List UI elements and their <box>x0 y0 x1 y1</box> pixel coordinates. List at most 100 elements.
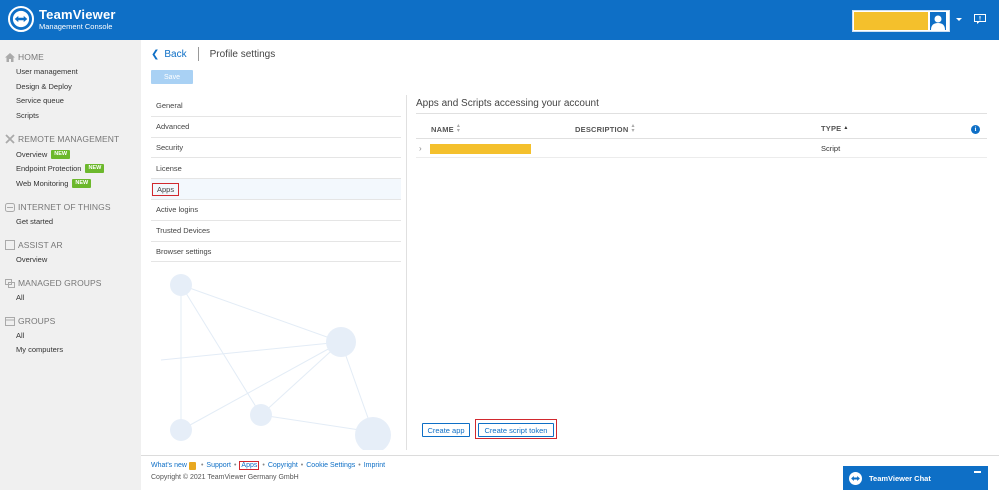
tab-active-logins[interactable]: Active logins <box>151 200 401 221</box>
footer-link-imprint[interactable]: Imprint <box>364 462 385 469</box>
sidebar-section-assist-ar[interactable]: ASSIST AR <box>5 240 63 250</box>
chat-widget[interactable]: TeamViewer Chat <box>843 466 988 490</box>
separator: • <box>200 462 204 469</box>
user-name-redacted <box>854 12 928 30</box>
top-bar: TeamViewer Management Console <box>0 0 999 40</box>
tab-label: Trusted Devices <box>156 226 210 236</box>
chevron-right-icon[interactable]: › <box>419 144 422 153</box>
column-header-label: DESCRIPTION <box>575 124 629 134</box>
chevron-left-icon: ❮ <box>151 48 160 60</box>
sort-ascending-icon: ▴ <box>844 125 848 131</box>
separator: • <box>358 462 361 469</box>
footer-link-support[interactable]: Support <box>206 462 231 469</box>
sidebar-section-internet-of-things[interactable]: INTERNET OF THINGS <box>5 202 111 212</box>
chevron-down-icon[interactable] <box>956 18 962 21</box>
sidebar-item-label: My computers <box>16 345 64 354</box>
brand-name: TeamViewer <box>39 7 116 22</box>
footer-link-copyright[interactable]: Copyright <box>268 462 298 469</box>
create-app-button[interactable]: Create app <box>422 423 470 437</box>
breadcrumb: ❮ Back Profile settings <box>151 47 275 61</box>
tab-advanced[interactable]: Advanced <box>151 117 401 138</box>
page-title: Profile settings <box>209 48 276 60</box>
brand: TeamViewer Management Console <box>39 8 116 31</box>
divider <box>416 157 987 158</box>
separator: • <box>262 462 265 469</box>
sidebar-item-label: All <box>16 331 25 340</box>
sidebar-section-label: ASSIST AR <box>18 240 63 250</box>
tab-apps[interactable]: Apps <box>151 179 401 200</box>
minimize-icon[interactable] <box>974 471 981 473</box>
sidebar-item-label: Endpoint Protection <box>16 164 82 173</box>
tab-label: Apps <box>152 182 180 196</box>
user-menu[interactable] <box>852 10 950 32</box>
sidebar-item-label: Get started <box>16 217 54 226</box>
sidebar-section-home[interactable]: HOME <box>5 52 44 62</box>
sidebar-item-ar-overview[interactable]: Overview <box>16 255 47 264</box>
column-header-label: TYPE <box>821 124 842 133</box>
brand-subtitle: Management Console <box>39 22 113 31</box>
column-header-description[interactable]: DESCRIPTION ▴ ▾ <box>575 123 635 134</box>
sidebar-item-my-computers[interactable]: My computers <box>16 345 63 354</box>
sidebar-item-label: Overview <box>16 150 48 159</box>
copyright: Copyright © 2021 TeamViewer Germany GmbH <box>151 474 299 481</box>
new-badge: NEW <box>51 150 71 159</box>
tab-general[interactable]: General <box>151 96 401 117</box>
info-icon[interactable]: i <box>971 125 980 134</box>
back-link[interactable]: ❮ Back <box>151 49 187 60</box>
home-icon <box>5 52 15 62</box>
sidebar-item-label: Design & Deploy <box>16 82 72 91</box>
sidebar-item-service-queue[interactable]: Service queue <box>16 96 64 105</box>
sidebar-section-label: GROUPS <box>18 316 56 326</box>
network-illustration <box>160 274 391 450</box>
gift-icon <box>188 461 196 470</box>
new-badge: NEW <box>72 179 92 188</box>
footer-link-whats-new[interactable]: What's new <box>151 462 187 469</box>
tab-license[interactable]: License <box>151 158 401 180</box>
sidebar-section-managed-groups[interactable]: MANAGED GROUPS <box>5 278 102 288</box>
sidebar-section-label: HOME <box>18 52 44 62</box>
teamviewer-logo-icon[interactable] <box>8 6 34 32</box>
sidebar-item-design-deploy[interactable]: Design & Deploy <box>16 82 72 91</box>
footer-links: What's new • Support • Apps • Copyright … <box>151 461 385 470</box>
sidebar-section-remote-management[interactable]: REMOTE MANAGEMENT <box>5 134 119 144</box>
feedback-icon[interactable] <box>974 14 986 24</box>
tab-label: Browser settings <box>156 246 212 256</box>
sidebar-section-label: REMOTE MANAGEMENT <box>18 134 120 144</box>
chat-label: TeamViewer Chat <box>869 473 931 483</box>
sidebar: HOME User management Design & Deploy Ser… <box>0 40 141 490</box>
wrench-icon <box>5 134 15 144</box>
tab-trusted-devices[interactable]: Trusted Devices <box>151 221 401 242</box>
sidebar-item-endpoint-protection[interactable]: Endpoint Protection NEW <box>16 164 105 173</box>
row-name-redacted <box>430 144 531 154</box>
column-header-name[interactable]: NAME ▴ ▾ <box>431 123 461 134</box>
new-badge: NEW <box>85 164 105 173</box>
sort-icon: ▴ ▾ <box>456 123 461 134</box>
tab-label: License <box>156 163 182 173</box>
save-button[interactable]: Save <box>151 70 193 84</box>
managed-groups-icon <box>5 278 15 288</box>
panel-divider <box>406 95 407 450</box>
row-type: Script <box>821 144 841 153</box>
avatar <box>930 12 946 30</box>
sidebar-item-groups-all[interactable]: All <box>16 331 24 340</box>
sidebar-item-label: Web Monitoring <box>16 179 69 188</box>
footer-link-cookie-settings[interactable]: Cookie Settings <box>306 462 355 469</box>
sidebar-item-overview[interactable]: Overview NEW <box>16 150 71 159</box>
sidebar-section-groups[interactable]: GROUPS <box>5 316 55 326</box>
column-header-label: NAME <box>431 124 454 134</box>
footer-link-apps[interactable]: Apps <box>239 461 260 470</box>
tab-label: Security <box>156 142 184 152</box>
ar-icon <box>5 240 15 250</box>
sidebar-item-user-management[interactable]: User management <box>16 67 78 76</box>
sidebar-section-label: INTERNET OF THINGS <box>18 202 111 212</box>
sidebar-item-scripts[interactable]: Scripts <box>16 111 39 120</box>
sidebar-item-label: User management <box>16 67 78 76</box>
user-icon <box>931 15 945 30</box>
apps-panel-title: Apps and Scripts accessing your account <box>416 98 599 109</box>
highlight-box <box>475 419 557 439</box>
column-header-type[interactable]: TYPE ▴ <box>821 124 848 133</box>
sidebar-item-web-monitoring[interactable]: Web Monitoring NEW <box>16 179 92 188</box>
sidebar-item-get-started[interactable]: Get started <box>16 217 53 226</box>
sidebar-item-managed-all[interactable]: All <box>16 293 24 302</box>
tab-security[interactable]: Security <box>151 138 401 159</box>
